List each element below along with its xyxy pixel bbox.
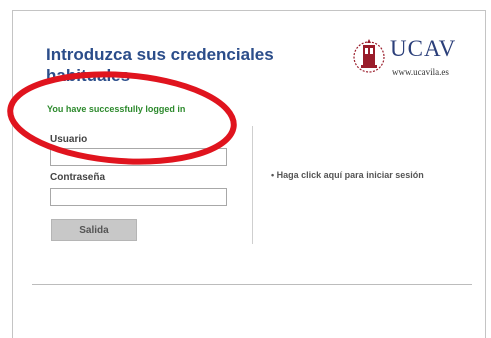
username-field[interactable]: [50, 148, 227, 166]
page-title: Introduzca sus credenciales habituales: [46, 45, 274, 85]
password-label: Contraseña: [50, 172, 106, 183]
divider: [252, 126, 253, 244]
footer-divider: [32, 284, 472, 285]
logo-url: www.ucavila.es: [392, 67, 449, 77]
status-message: You have successfully logged in: [47, 104, 186, 114]
username-label: Usuario: [50, 134, 88, 145]
ucav-seal-icon: [353, 39, 385, 73]
logo-name: UCAV: [390, 36, 457, 61]
login-link[interactable]: • Haga click aquí para iniciar sesión: [271, 170, 424, 180]
ucav-logo: UCAV www.ucavila.es: [352, 34, 462, 82]
salida-button[interactable]: Salida: [51, 219, 137, 241]
password-field[interactable]: [50, 188, 227, 206]
